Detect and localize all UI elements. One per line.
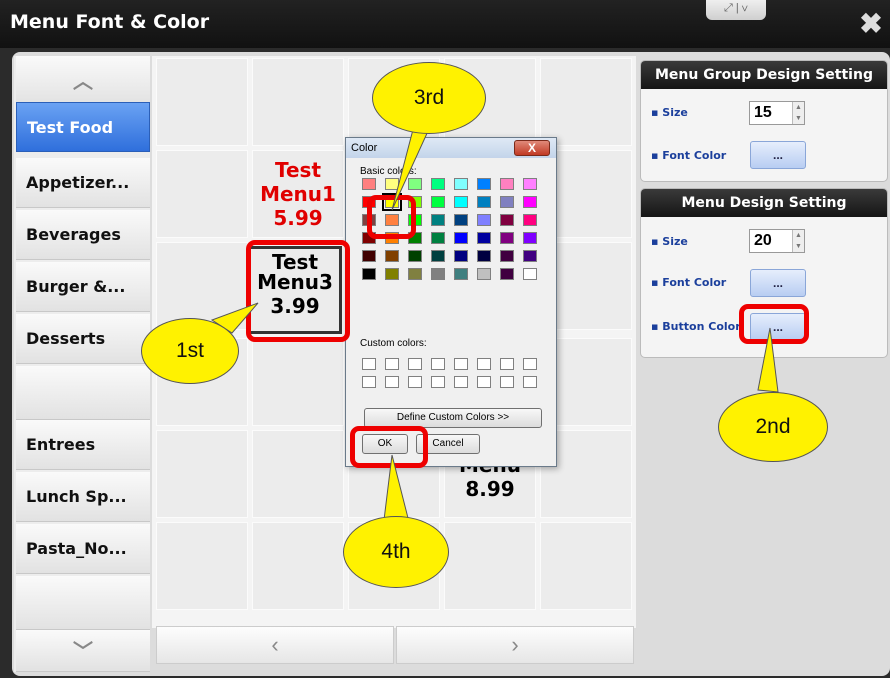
- callout-second: 2nd: [718, 392, 828, 462]
- callout-third: 3rd: [372, 62, 486, 134]
- callout-first: 1st: [141, 318, 239, 384]
- menu-font-color-window: Menu Font & Color ⤢ | ∨ ✖ ︿ Test Food Ap…: [0, 0, 890, 678]
- callout-pointer-fourth: [383, 454, 409, 521]
- callout-pointer-second: [757, 327, 779, 393]
- callout-fourth: 4th: [343, 516, 449, 588]
